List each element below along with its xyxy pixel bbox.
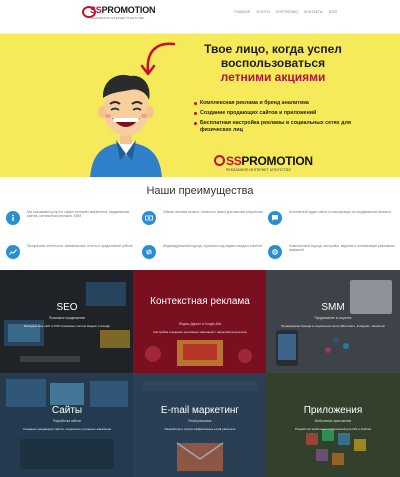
gear-icon	[268, 245, 282, 259]
service-subtitle: Email рассылки	[188, 419, 212, 423]
apps-icons-illustration	[306, 429, 366, 465]
advantage-item: Комплексный подход: настройка, ведение и…	[268, 244, 396, 266]
nav-item[interactable]: Услуги	[256, 10, 270, 18]
service-title: SMM	[321, 302, 345, 313]
sites-devices-illustration	[6, 379, 128, 469]
target-icon	[142, 245, 156, 259]
logo-word: SSPROMOTION	[90, 5, 156, 15]
service-title: E-mail маркетинг	[160, 405, 240, 416]
service-description: Разработка мобильных приложений для iOS …	[295, 427, 371, 431]
info-icon	[6, 211, 20, 225]
email-envelope-illustration	[143, 381, 257, 471]
hero-brand-word: SSPROMOTION	[226, 154, 313, 168]
service-tile-sites[interactable]: Сайты Разработка сайтов Создание продающ…	[0, 373, 134, 477]
brand-mark-icon	[214, 155, 225, 166]
service-description: Выведем ваш сайт в ТОП поисковых систем …	[24, 324, 110, 328]
nav-item[interactable]: Портфолио	[276, 10, 298, 18]
service-tile-apps[interactable]: Приложения Мобильные приложения Разработ…	[266, 373, 400, 477]
main-nav: Главная Услуги Портфолио Контакты Блог	[234, 10, 338, 18]
service-tile-smm[interactable]: SMM Продвижение в соцсетях Продвижение б…	[266, 270, 400, 374]
hero-bullet: Бесплатная настройка рекламы в социальны…	[194, 120, 364, 134]
seo-laptop-illustration	[4, 282, 130, 362]
hero-title-line: Твое лицо, когда успел	[204, 42, 342, 56]
advantage-item: Мы оказываем услуги в сфере интернет-мар…	[6, 210, 134, 232]
services-grid: SEO Поисковое продвижение Выведем ваш са…	[0, 270, 400, 477]
service-tile-seo[interactable]: SEO Поисковое продвижение Выведем ваш са…	[0, 270, 134, 374]
advantage-item: Индивидуальный подход: стратегия под зад…	[142, 244, 270, 266]
hero-bullet: Комплексная реклама и бренд аналитика	[194, 100, 364, 107]
hero-bullet: Создание продающих сайтов и приложений	[194, 110, 364, 117]
advantages-title: Наши преимущества	[146, 185, 254, 197]
advantage-item: Гибкая система оплаты: оплата по факту д…	[142, 210, 270, 232]
service-subtitle: Продвижение в соцсетях	[314, 316, 352, 320]
advantage-item: Прозрачная отчетность: ежемесячные отчет…	[6, 244, 134, 266]
hero-title: Твое лицо, когда успел воспользоваться л…	[168, 42, 378, 84]
advantage-text: Индивидуальный подход: стратегия под зад…	[163, 244, 263, 248]
service-title: Приложения	[303, 405, 363, 416]
advantage-item: Бесплатный аудит сайта и консультация по…	[268, 210, 396, 232]
service-title: SEO	[56, 302, 78, 313]
service-subtitle: Поисковое продвижение	[48, 316, 86, 320]
nav-item[interactable]: Блог	[329, 10, 338, 18]
advantage-text: Комплексный подход: настройка, ведение и…	[289, 244, 396, 253]
service-subtitle: Мобильные приложения	[314, 419, 352, 423]
smm-phone-illustration	[276, 280, 392, 366]
money-icon	[142, 211, 156, 225]
service-tile-email[interactable]: E-mail маркетинг Email рассылки Разработ…	[133, 373, 267, 477]
service-description: Настройка и ведение рекламных кампаний с…	[153, 330, 247, 334]
advantages-grid: Мы оказываем услуги в сфере интернет-мар…	[0, 206, 400, 270]
site-header: SSPROMOTION РЕКЛАМНОЕ ИНТЕРНЕТ АГЕНТСТВО…	[0, 0, 400, 34]
service-title: Сайты	[51, 405, 83, 416]
service-title: Контекстная реклама	[150, 296, 250, 307]
service-description: Продвижение бренда в социальных сетях ВК…	[281, 324, 385, 328]
hero-bullets: Комплексная реклама и бренд аналитика Со…	[194, 100, 364, 137]
advantage-text: Гибкая система оплаты: оплата по факту д…	[163, 210, 263, 214]
service-subtitle: Яндекс.Директ и Google Ads	[178, 322, 221, 326]
cartoon-person-illustration	[90, 74, 162, 177]
hero-brand-tagline: РЕКЛАМНОЕ ИНТЕРНЕТ АГЕНТСТВО	[226, 168, 292, 172]
nav-item[interactable]: Главная	[234, 10, 250, 18]
hero-banner[interactable]: Твое лицо, когда успел воспользоваться л…	[0, 34, 400, 177]
chart-icon	[6, 245, 20, 259]
service-tile-context[interactable]: Контекстная реклама Яндекс.Директ и Goog…	[133, 270, 267, 374]
logo[interactable]: SSPROMOTION РЕКЛАМНОЕ ИНТЕРНЕТ АГЕНТСТВО	[82, 5, 156, 22]
hero-brand-logo: SSPROMOTION РЕКЛАМНОЕ ИНТЕРНЕТ АГЕНТСТВО	[214, 154, 334, 174]
nav-item[interactable]: Контакты	[304, 10, 323, 18]
chat-icon	[268, 211, 282, 225]
advantage-text: Бесплатный аудит сайта и консультация по…	[289, 210, 391, 214]
service-description: Разработка и запуск эффективных email ра…	[164, 427, 236, 431]
advantage-text: Мы оказываем услуги в сфере интернет-мар…	[27, 210, 130, 219]
service-description: Создание продающих сайтов, лендингов и и…	[22, 427, 112, 431]
advantage-text: Прозрачная отчетность: ежемесячные отчет…	[27, 244, 133, 248]
hero-title-highlight: летними акциями	[220, 70, 326, 84]
hero-title-line: воспользоваться	[220, 56, 326, 70]
logo-tagline: РЕКЛАМНОЕ ИНТЕРНЕТ АГЕНТСТВО	[90, 16, 145, 20]
service-subtitle: Разработка сайтов	[53, 419, 81, 423]
